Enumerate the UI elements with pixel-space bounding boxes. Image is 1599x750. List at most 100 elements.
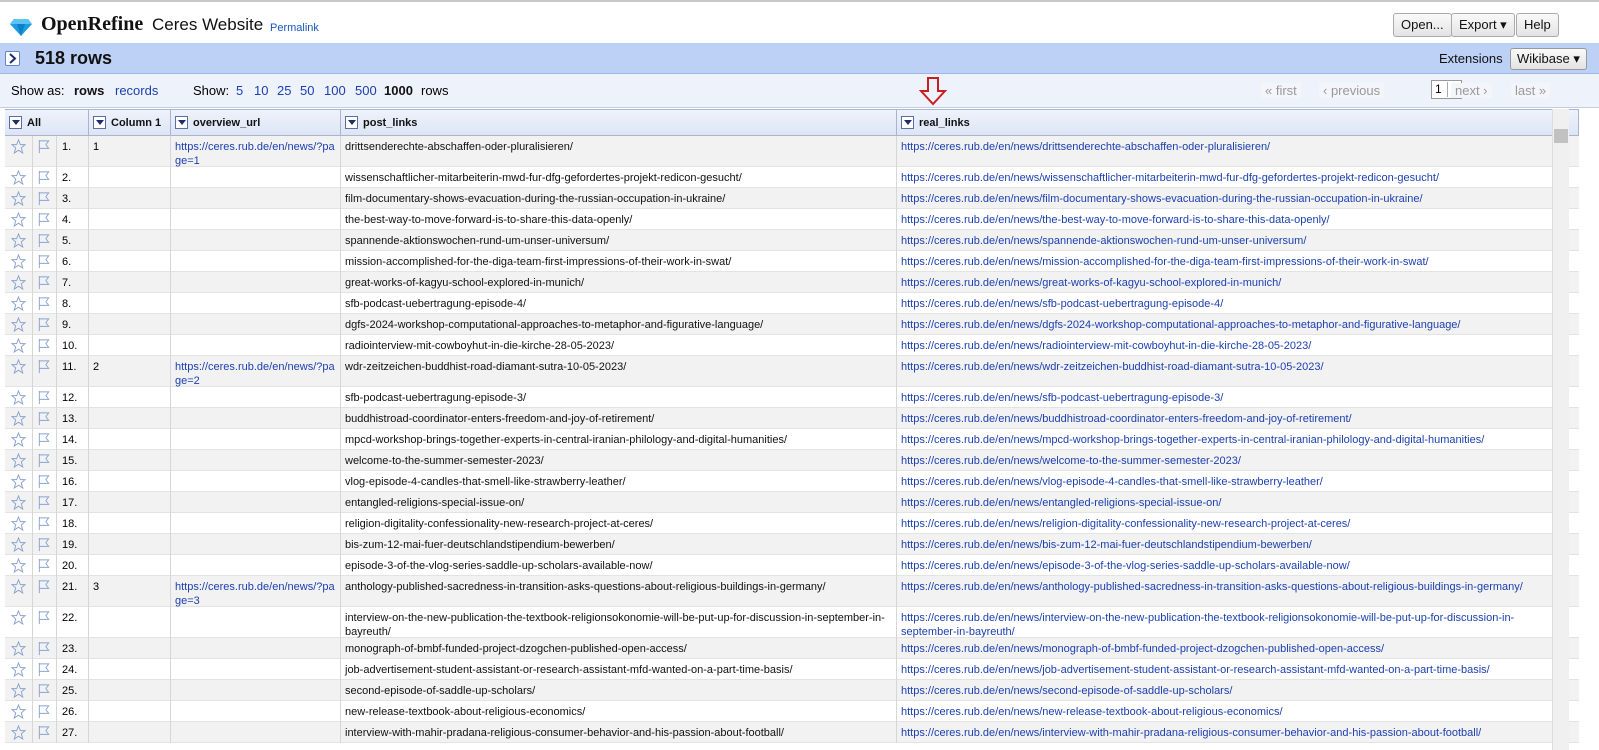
cell-real-links[interactable]: https://ceres.rub.de/en/news/sfb-podcast… (901, 293, 1541, 311)
star-icon[interactable] (10, 609, 27, 626)
wikibase-button[interactable]: Wikibase ▾ (1510, 48, 1587, 70)
cell-column1[interactable] (93, 188, 168, 192)
cell-post-links[interactable]: entangled-religions-special-issue-on/ (345, 492, 890, 510)
cell-real-links[interactable]: https://ceres.rub.de/en/news/the-best-wa… (901, 209, 1541, 227)
flag-icon[interactable] (37, 683, 51, 698)
cell-overview-url[interactable] (175, 387, 335, 391)
cell-post-links[interactable]: sfb-podcast-uebertragung-episode-4/ (345, 293, 890, 311)
cell-overview-url[interactable] (175, 272, 335, 276)
cell-post-links[interactable]: job-advertisement-student-assistant-or-r… (345, 659, 890, 677)
cell-real-links[interactable]: https://ceres.rub.de/en/news/mission-acc… (901, 251, 1541, 269)
cell-overview-url[interactable]: https://ceres.rub.de/en/news/?page=2 (175, 356, 335, 388)
star-icon[interactable] (10, 494, 27, 511)
flag-icon[interactable] (37, 453, 51, 468)
cell-overview-url[interactable] (175, 209, 335, 213)
cell-post-links[interactable]: episode-3-of-the-vlog-series-saddle-up-s… (345, 555, 890, 573)
flag-icon[interactable] (37, 390, 51, 405)
flag-icon[interactable] (37, 474, 51, 489)
show-as-rows[interactable]: rows (74, 83, 104, 98)
cell-column1[interactable] (93, 450, 168, 454)
cell-post-links[interactable]: bis-zum-12-mai-fuer-deutschlandstipendiu… (345, 534, 890, 552)
cell-overview-url[interactable] (175, 513, 335, 517)
cell-post-links[interactable]: radiointerview-mit-cowboyhut-in-die-kirc… (345, 335, 890, 353)
cell-overview-url[interactable] (175, 188, 335, 192)
cell-real-links[interactable]: https://ceres.rub.de/en/news/interview-w… (901, 722, 1541, 740)
page-size-500[interactable]: 500 (355, 83, 377, 98)
cell-column1[interactable] (93, 513, 168, 517)
cell-column1[interactable] (93, 701, 168, 705)
cell-post-links[interactable]: drittsenderechte-abschaffen-oder-plurali… (345, 136, 890, 154)
flag-icon[interactable] (37, 191, 51, 206)
cell-overview-url[interactable] (175, 450, 335, 454)
cell-overview-url[interactable] (175, 659, 335, 663)
cell-post-links[interactable]: mission-accomplished-for-the-diga-team-f… (345, 251, 890, 269)
star-icon[interactable] (10, 253, 27, 270)
flag-icon[interactable] (37, 537, 51, 552)
flag-icon[interactable] (37, 254, 51, 269)
cell-column1[interactable] (93, 335, 168, 339)
help-button[interactable]: Help (1516, 13, 1559, 37)
cell-real-links[interactable]: https://ceres.rub.de/en/news/episode-3-o… (901, 555, 1541, 573)
star-icon[interactable] (10, 557, 27, 574)
star-icon[interactable] (10, 389, 27, 406)
star-icon[interactable] (10, 232, 27, 249)
column-menu-icon[interactable] (175, 115, 188, 129)
cell-overview-url[interactable] (175, 555, 335, 559)
cell-overview-url[interactable] (175, 429, 335, 433)
star-icon[interactable] (10, 682, 27, 699)
cell-column1[interactable] (93, 293, 168, 297)
cell-real-links[interactable]: https://ceres.rub.de/en/news/welcome-to-… (901, 450, 1541, 468)
cell-post-links[interactable]: the-best-way-to-move-forward-is-to-share… (345, 209, 890, 227)
page-size-50[interactable]: 50 (300, 83, 314, 98)
previous-page-button[interactable]: ‹ previous (1319, 83, 1385, 98)
flag-icon[interactable] (37, 725, 51, 740)
cell-post-links[interactable]: dgfs-2024-workshop-computational-approac… (345, 314, 890, 332)
cell-real-links[interactable]: https://ceres.rub.de/en/news/interview-o… (901, 607, 1541, 639)
export-button[interactable]: Export ▾ (1451, 13, 1515, 37)
open-button[interactable]: Open... (1393, 13, 1452, 37)
page-size-1000[interactable]: 1000 (384, 83, 413, 98)
cell-post-links[interactable]: second-episode-of-saddle-up-scholars/ (345, 680, 890, 698)
star-icon[interactable] (10, 640, 27, 657)
cell-column1[interactable] (93, 555, 168, 559)
cell-overview-url[interactable] (175, 471, 335, 475)
cell-column1[interactable] (93, 607, 168, 611)
star-icon[interactable] (10, 431, 27, 448)
cell-real-links[interactable]: https://ceres.rub.de/en/news/monograph-o… (901, 638, 1541, 656)
cell-post-links[interactable]: great-works-of-kagyu-school-explored-in-… (345, 272, 890, 290)
cell-column1[interactable] (93, 387, 168, 391)
star-icon[interactable] (10, 358, 27, 375)
cell-column1[interactable] (93, 408, 168, 412)
vertical-scrollbar[interactable]: ▲ (1552, 109, 1569, 750)
cell-post-links[interactable]: welcome-to-the-summer-semester-2023/ (345, 450, 890, 468)
toggle-left-panel-button[interactable] (5, 51, 20, 66)
cell-overview-url[interactable] (175, 638, 335, 642)
cell-post-links[interactable]: monograph-of-bmbf-funded-project-dzogche… (345, 638, 890, 656)
cell-column1[interactable] (93, 167, 168, 171)
flag-icon[interactable] (37, 516, 51, 531)
column-header-real-links[interactable]: real_links (896, 110, 1552, 136)
cell-overview-url[interactable] (175, 701, 335, 705)
star-icon[interactable] (10, 452, 27, 469)
cell-overview-url[interactable] (175, 314, 335, 318)
cell-post-links[interactable]: interview-on-the-new-publication-the-tex… (345, 607, 890, 639)
first-page-button[interactable]: « first (1261, 83, 1301, 98)
flag-icon[interactable] (37, 296, 51, 311)
cell-post-links[interactable]: wdr-zeitzeichen-buddhist-road-diamant-su… (345, 356, 890, 374)
star-icon[interactable] (10, 190, 27, 207)
star-icon[interactable] (10, 274, 27, 291)
cell-overview-url[interactable] (175, 680, 335, 684)
cell-column1[interactable] (93, 230, 168, 234)
star-icon[interactable] (10, 316, 27, 333)
cell-real-links[interactable]: https://ceres.rub.de/en/news/radiointerv… (901, 335, 1541, 353)
flag-icon[interactable] (37, 432, 51, 447)
show-as-records[interactable]: records (115, 83, 158, 98)
cell-overview-url[interactable] (175, 722, 335, 726)
cell-overview-url[interactable]: https://ceres.rub.de/en/news/?page=1 (175, 136, 335, 168)
column-menu-icon[interactable] (9, 115, 22, 129)
star-icon[interactable] (10, 578, 27, 595)
cell-overview-url[interactable] (175, 607, 335, 611)
cell-column1[interactable] (93, 534, 168, 538)
flag-icon[interactable] (37, 359, 51, 374)
cell-overview-url[interactable] (175, 408, 335, 412)
